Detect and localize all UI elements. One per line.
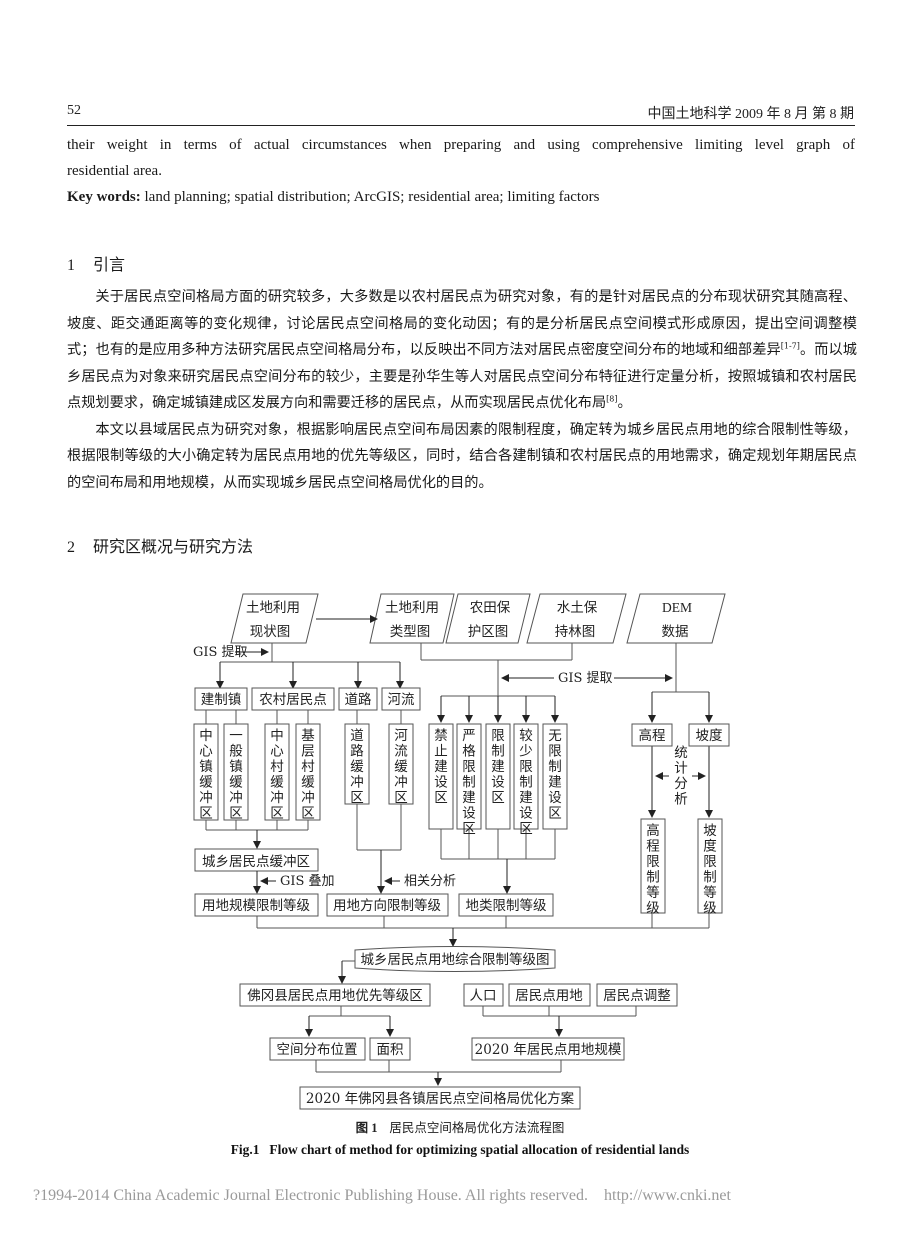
level-label: 用地方向限制等级 — [333, 897, 441, 914]
output-label: 空间分布位置 — [277, 1042, 358, 1058]
demand-label: 居民点用地 — [515, 988, 583, 1004]
figure-caption-en: Fig.1 Flow chart of method for optimizin… — [230, 1142, 690, 1157]
buffer-label: 中心村缓冲区 — [270, 728, 284, 822]
gis-extract-label: GIS 提取 — [558, 670, 613, 686]
buffer-label: 河流缓冲区 — [394, 728, 408, 806]
merged-buffer-label: 城乡居民点缓冲区 — [202, 854, 310, 870]
gis-overlay-label: GIS 叠加 — [280, 874, 335, 889]
input-text: 持林图 — [555, 624, 596, 640]
level-label: 地类限制等级 — [466, 897, 547, 914]
figure-label: 图 1 — [355, 1121, 378, 1135]
buffer-label: 道路缓冲区 — [350, 728, 364, 806]
buffer-label: 一般镇缓冲区 — [229, 728, 243, 822]
output-label: 2020 年居民点用地规模 — [475, 1042, 622, 1058]
category-label: 建制镇 — [201, 692, 242, 708]
category-label: 农村居民点 — [259, 692, 327, 708]
output-label: 面积 — [377, 1042, 404, 1058]
dem-level-label: 坡度限制等级 — [703, 823, 717, 917]
zone-label: 无限制建设区 — [548, 728, 562, 822]
zone-label: 严格限制建设区 — [462, 728, 476, 837]
input-text: 数据 — [662, 624, 689, 640]
priority-zone-label: 佛冈县居民点用地优先等级区 — [247, 987, 423, 1004]
input-text: 现状图 — [250, 624, 291, 640]
gis-extract-label: GIS 提取 — [193, 644, 248, 660]
input-text: 类型图 — [390, 624, 431, 640]
demand-label: 居民点调整 — [603, 988, 671, 1004]
copyright-footer: ?1994-2014 China Academic Journal Electr… — [33, 1187, 731, 1204]
input-text: 水土保 — [557, 600, 598, 616]
input-text: DEM — [662, 600, 692, 615]
input-text: 土地利用 — [246, 600, 300, 616]
category-label: 河流 — [388, 692, 415, 708]
category-label: 高程 — [639, 727, 666, 744]
input-text: 土地利用 — [385, 600, 439, 616]
stat-analysis-label: 统计分析 — [674, 745, 688, 808]
level-label: 用地规模限制等级 — [202, 897, 310, 914]
input-text: 护区图 — [468, 624, 509, 640]
buffer-label: 中心镇缓冲区 — [199, 728, 213, 822]
buffer-label: 基层村缓冲区 — [301, 727, 315, 822]
zone-label: 限制建设区 — [491, 728, 505, 806]
zone-label: 禁止建设区 — [434, 728, 448, 806]
demand-label: 人口 — [470, 988, 497, 1004]
input-text: 农田保 — [470, 600, 511, 616]
category-label: 坡度 — [696, 728, 723, 744]
dem-level-label: 高程限制等级 — [646, 822, 660, 917]
figure-caption-cn: 图 1 居民点空间格局优化方法流程图 — [0, 1117, 920, 1136]
zone-label: 较少限制建设区 — [519, 728, 533, 837]
composite-map-label: 城乡居民点用地综合限制等级图 — [361, 951, 550, 968]
correlation-label: 相关分析 — [404, 874, 456, 889]
figure-title-cn: 居民点空间格局优化方法流程图 — [389, 1120, 565, 1135]
category-label: 道路 — [345, 692, 372, 708]
flowchart: 土地利用 现状图 土地利用 类型图 农田保 护区图 水土保 持林图 DEM 数据… — [193, 593, 730, 1110]
final-plan-label: 2020 年佛冈县各镇居民点空间格局优化方案 — [306, 1090, 575, 1107]
